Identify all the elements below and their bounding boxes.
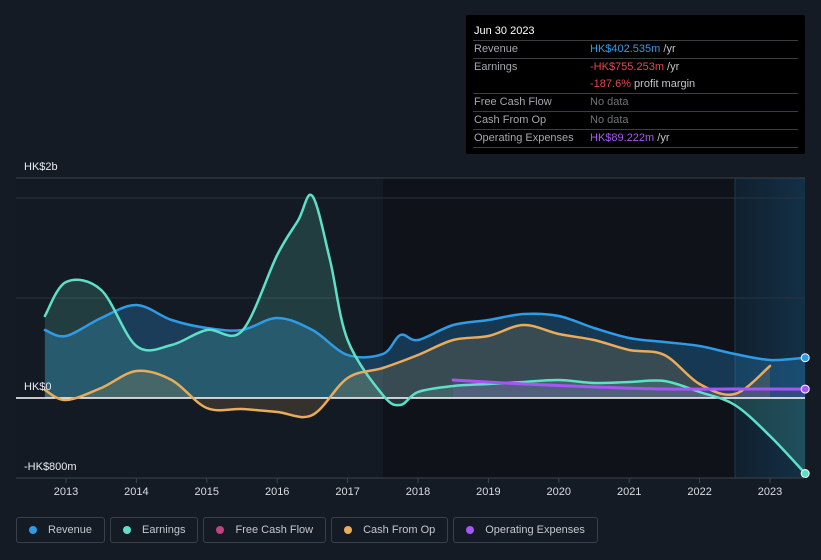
legend-label: Cash From Op [363, 524, 436, 536]
tooltip-panel: Jun 30 2023 Revenue HK$402.535m /yr Earn… [466, 15, 805, 154]
legend-dot-icon [29, 526, 37, 534]
tooltip-row-profit-margin: -187.6% profit margin [473, 76, 798, 94]
tooltip-row-free-cash-flow: Free Cash Flow No data [473, 94, 798, 112]
legend: Revenue Earnings Free Cash Flow Cash Fro… [16, 517, 598, 543]
legend-label: Free Cash Flow [235, 524, 314, 536]
revenue-end-marker[interactable] [800, 353, 810, 363]
tooltip-label: Cash From Op [474, 114, 547, 126]
legend-label: Earnings [142, 524, 186, 536]
tooltip-value: -HK$755.253m /yr [590, 61, 680, 73]
x-tick-label: 2018 [406, 486, 430, 498]
tooltip-label: Free Cash Flow [474, 96, 552, 108]
y-label-bottom: -HK$800m [24, 461, 77, 473]
x-tick-label: 2023 [758, 486, 782, 498]
x-tick-label: 2016 [265, 486, 289, 498]
x-tick-label: 2021 [617, 486, 641, 498]
earnings-end-marker[interactable] [800, 469, 810, 479]
x-tick-label: 2013 [54, 486, 78, 498]
legend-dot-icon [344, 526, 353, 534]
tooltip-value: -187.6% profit margin [590, 78, 696, 90]
legend-label: Revenue [48, 524, 93, 536]
operating-expenses-end-marker[interactable] [800, 384, 810, 394]
tooltip-row-revenue: Revenue HK$402.535m /yr [473, 41, 798, 59]
tooltip-label: Revenue [474, 43, 519, 55]
x-tick-label: 2019 [476, 486, 500, 498]
x-tick-label: 2020 [547, 486, 571, 498]
tooltip-value: No data [590, 96, 629, 108]
x-tick-label: 2015 [195, 486, 219, 498]
tooltip-row-earnings: Earnings -HK$755.253m /yr [473, 59, 798, 76]
y-label-top: HK$2b [24, 161, 58, 173]
legend-item-free-cash-flow[interactable]: Free Cash Flow [203, 517, 327, 543]
x-tick-label: 2017 [335, 486, 359, 498]
legend-item-earnings[interactable]: Earnings [110, 517, 199, 543]
legend-item-operating-expenses[interactable]: Operating Expenses [453, 517, 598, 543]
tooltip-value: No data [590, 114, 629, 126]
legend-item-cash-from-op[interactable]: Cash From Op [331, 517, 449, 543]
x-tick-label: 2022 [687, 486, 711, 498]
y-label-zero: HK$0 [24, 381, 52, 393]
legend-dot-icon [123, 526, 132, 534]
tooltip-label: Operating Expenses [474, 132, 574, 144]
tooltip-row-operating-expenses: Operating Expenses HK$89.222m /yr [473, 130, 798, 148]
tooltip-value: HK$402.535m /yr [590, 43, 676, 55]
tooltip-row-cash-from-op: Cash From Op No data [473, 112, 798, 130]
legend-dot-icon [216, 526, 225, 534]
tooltip-date: Jun 30 2023 [473, 23, 798, 41]
tooltip-label: Earnings [474, 61, 518, 73]
legend-item-revenue[interactable]: Revenue [16, 517, 106, 543]
tooltip-label [473, 76, 590, 93]
tooltip-value: HK$89.222m /yr [590, 132, 670, 144]
x-tick-label: 2014 [124, 486, 148, 498]
legend-label: Operating Expenses [485, 524, 585, 536]
legend-dot-icon [466, 526, 475, 534]
